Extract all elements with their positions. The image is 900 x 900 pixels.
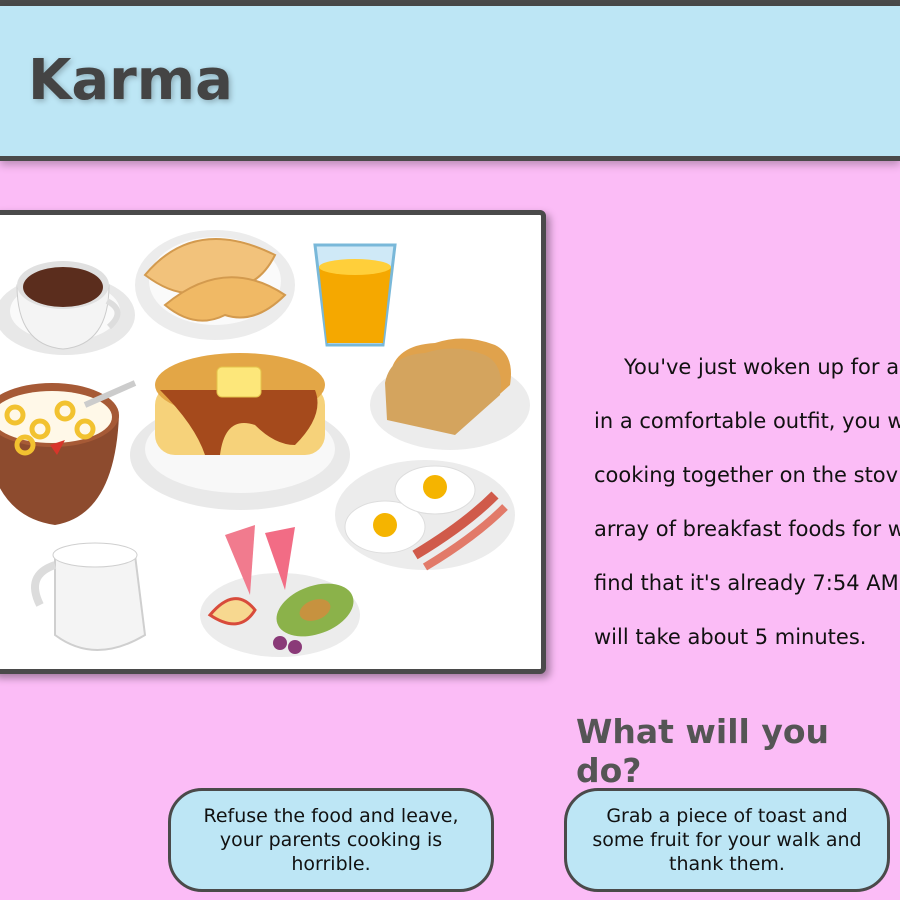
story-line: array of breakfast foods for w	[594, 517, 900, 541]
choice-refuse-button[interactable]: Refuse the food and leave, your parents …	[168, 788, 494, 892]
eggs-icon	[335, 460, 515, 571]
fruit-plate-icon	[200, 525, 360, 657]
story-line: find that it's already 7:54 AM	[594, 571, 899, 595]
breakfast-image	[0, 210, 546, 674]
story-line: will take about 5 minutes.	[594, 625, 867, 649]
question-heading: What will you do?	[576, 712, 830, 790]
choice-toast-button[interactable]: Grab a piece of toast and some fruit for…	[564, 788, 890, 892]
pancakes-icon	[130, 353, 350, 510]
croissant-icon	[135, 230, 295, 340]
orange-juice-icon	[313, 243, 397, 347]
toast-icon	[370, 338, 530, 450]
milk-jug-icon	[31, 542, 147, 651]
coffee-cup-icon	[0, 261, 135, 355]
story-line: in a comfortable outfit, you w	[594, 409, 900, 433]
page-header: Karma	[0, 6, 900, 161]
story-line: cooking together on the stov	[594, 463, 899, 487]
story-line: You've just woken up for a	[624, 355, 900, 379]
cereal-bowl-icon	[0, 380, 137, 525]
story-text: You've just woken up for a in a comforta…	[594, 340, 900, 664]
page-title: Karma	[28, 48, 233, 113]
